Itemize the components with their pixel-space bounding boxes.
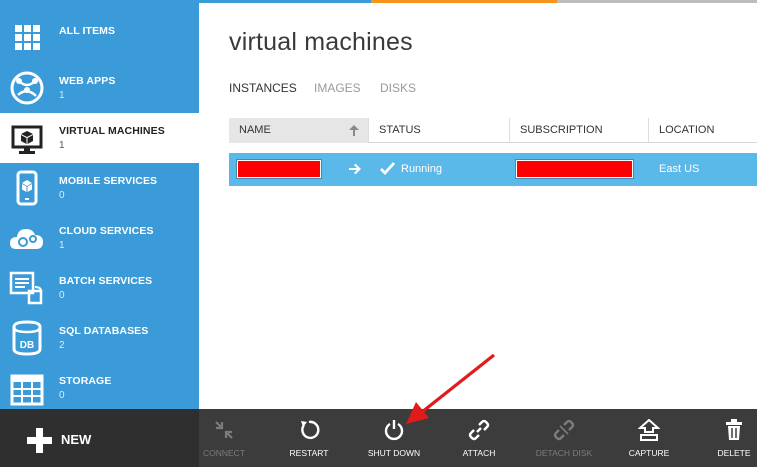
sidebar-item-virtual-machines[interactable]: VIRTUAL MACHINES 1	[0, 113, 199, 163]
connect-icon	[215, 421, 233, 439]
sidebar-item-batch-services[interactable]: BATCH SERVICES 0	[0, 263, 199, 313]
restart-label: RESTART	[289, 448, 329, 458]
power-icon	[384, 420, 404, 441]
location-cell: East US	[659, 163, 700, 175]
sidebar-item-label: ALL ITEMS	[59, 25, 116, 37]
sort-ascending-icon	[349, 125, 359, 136]
redacted-subscription	[516, 160, 633, 178]
database-icon: DB	[12, 320, 42, 356]
sidebar-item-count: 1	[59, 90, 65, 101]
new-button[interactable]: NEW	[0, 409, 199, 467]
capture-icon	[638, 419, 660, 441]
page-title: virtual machines	[229, 28, 413, 56]
svg-text:DB: DB	[20, 340, 34, 351]
status-cell: Running	[401, 163, 442, 175]
sidebar-item-count: 0	[59, 190, 65, 201]
sidebar-item-all-items[interactable]: ALL ITEMS	[0, 13, 199, 63]
monitor-icon	[11, 125, 43, 154]
restart-button[interactable]: RESTART	[269, 409, 349, 467]
sidebar-item-label: MOBILE SERVICES	[59, 175, 158, 187]
top-accent-gray	[557, 0, 757, 3]
column-header-status[interactable]: STATUS	[369, 118, 510, 143]
command-bar: NEW CONNECT RESTART SHUT DOWN ATTACH DET…	[0, 409, 757, 467]
attach-label: ATTACH	[462, 448, 496, 458]
connect-label: CONNECT	[202, 448, 246, 458]
plus-icon	[27, 428, 52, 453]
tab-disks[interactable]: DISKS	[380, 81, 416, 95]
detach-disk-label: DETACH DISK	[535, 448, 593, 458]
tab-instances[interactable]: INSTANCES	[229, 81, 297, 95]
capture-button[interactable]: CAPTURE	[609, 409, 689, 467]
shut-down-button[interactable]: SHUT DOWN	[354, 409, 434, 467]
sidebar-item-label: CLOUD SERVICES	[59, 225, 154, 237]
column-header-location[interactable]: LOCATION	[649, 118, 757, 143]
table-icon	[10, 374, 44, 406]
sidebar-item-label: STORAGE	[59, 375, 112, 387]
sidebar-item-count: 0	[59, 290, 65, 301]
column-header-name[interactable]: NAME	[229, 118, 369, 143]
tab-images[interactable]: IMAGES	[314, 81, 361, 95]
restart-icon	[301, 420, 320, 440]
arrow-right-icon[interactable]	[349, 163, 361, 175]
top-accent-blue	[199, 0, 371, 3]
sidebar-item-web-apps[interactable]: WEB APPS 1	[0, 63, 199, 113]
delete-label: DELETE	[717, 448, 751, 458]
cloud-gears-icon	[10, 229, 43, 249]
sidebar-item-label: VIRTUAL MACHINES	[59, 125, 165, 137]
column-header-label: NAME	[239, 124, 271, 136]
new-button-label: NEW	[61, 432, 92, 447]
detach-disk-button[interactable]: DETACH DISK	[524, 409, 604, 467]
sidebar-item-label: SQL DATABASES	[59, 325, 149, 337]
attach-button[interactable]: ATTACH	[439, 409, 519, 467]
table-row[interactable]: Running East US	[229, 153, 757, 186]
connect-button[interactable]: CONNECT	[184, 409, 264, 467]
portal-window: ALL ITEMS WEB APPS 1 VIRTUAL MACHINES 1	[0, 0, 757, 467]
sidebar-item-count: 2	[59, 340, 65, 351]
sidebar-item-count: 0	[59, 390, 65, 401]
sidebar-item-label: BATCH SERVICES	[59, 275, 153, 287]
top-accent-orange	[371, 0, 557, 3]
trash-icon	[726, 419, 742, 440]
column-header-label: SUBSCRIPTION	[520, 124, 603, 136]
link-icon	[468, 419, 490, 441]
globe-icon	[10, 71, 44, 105]
batch-icon	[9, 271, 43, 305]
column-header-label: LOCATION	[659, 124, 715, 136]
grid-icon	[15, 25, 40, 50]
sidebar-item-cloud-services[interactable]: CLOUD SERVICES 1	[0, 213, 199, 263]
sidebar-item-count: 1	[59, 240, 65, 251]
phone-icon	[16, 170, 38, 206]
shut-down-label: SHUT DOWN	[367, 448, 421, 458]
sidebar: ALL ITEMS WEB APPS 1 VIRTUAL MACHINES 1	[0, 0, 199, 409]
column-header-subscription[interactable]: SUBSCRIPTION	[510, 118, 649, 143]
delete-button[interactable]: DELETE	[694, 409, 757, 467]
sidebar-item-storage[interactable]: STORAGE 0	[0, 363, 199, 409]
redacted-vm-name	[237, 160, 321, 178]
sidebar-item-sql-databases[interactable]: DB SQL DATABASES 2	[0, 313, 199, 363]
column-header-label: STATUS	[379, 124, 421, 136]
check-icon	[380, 162, 395, 176]
sidebar-item-count: 1	[59, 140, 65, 151]
capture-label: CAPTURE	[628, 448, 670, 458]
sidebar-item-mobile-services[interactable]: MOBILE SERVICES 0	[0, 163, 199, 213]
table-header: NAME STATUS SUBSCRIPTION LOCATION	[229, 118, 757, 143]
sidebar-item-label: WEB APPS	[59, 75, 116, 87]
detach-icon	[553, 419, 575, 441]
